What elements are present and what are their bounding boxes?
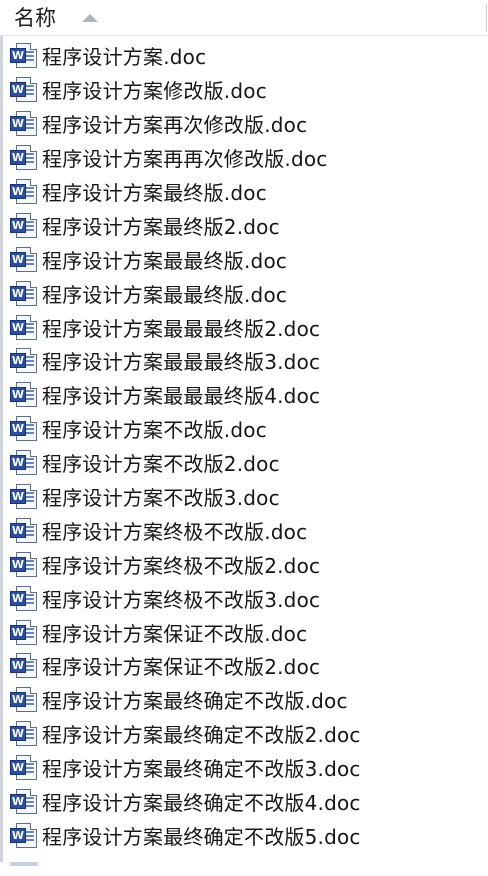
- file-row[interactable]: W 程序设计方案终极不改版2.doc: [0, 547, 488, 581]
- file-row[interactable]: W 程序设计方案最最最终版2.doc: [0, 310, 488, 344]
- file-name[interactable]: 程序设计方案修改版.doc: [42, 75, 267, 104]
- file-row[interactable]: W 程序设计方案不改版2.doc: [0, 446, 488, 480]
- file-name[interactable]: 程序设计方案最终版.doc: [42, 177, 267, 206]
- file-name[interactable]: 程序设计方案最终版2.doc: [42, 211, 280, 240]
- file-row[interactable]: W 程序设计方案保证不改版2.doc: [0, 649, 488, 683]
- file-name[interactable]: 程序设计方案终极不改版3.doc: [42, 584, 320, 613]
- word-document-icon: W: [10, 483, 38, 510]
- word-document-icon: W: [10, 822, 38, 849]
- file-name[interactable]: 程序设计方案不改版2.doc: [42, 448, 280, 477]
- file-name[interactable]: 程序设计方案最终确定不改版.doc: [42, 685, 348, 714]
- column-divider[interactable]: [486, 4, 487, 32]
- word-document-icon: W: [10, 754, 38, 781]
- file-row[interactable]: W 程序设计方案最终确定不改版4.doc: [0, 785, 488, 819]
- word-document-icon: W: [10, 246, 38, 273]
- file-name[interactable]: 程序设计方案最最终版.doc: [42, 245, 287, 274]
- file-list: W 程序设计方案.doc W 程序设计方案修改版.doc W 程序设计方案再次修改版.do…: [0, 39, 488, 852]
- file-name[interactable]: 程序设计方案最最终版.doc: [42, 279, 287, 308]
- file-row[interactable]: W 程序设计方案最终确定不改版5.doc: [0, 818, 488, 852]
- word-document-icon: W: [10, 686, 38, 713]
- file-row[interactable]: W 程序设计方案终极不改版3.doc: [0, 581, 488, 615]
- file-name[interactable]: 程序设计方案.doc: [42, 41, 206, 70]
- file-row[interactable]: W 程序设计方案保证不改版.doc: [0, 615, 488, 649]
- word-document-icon: W: [10, 720, 38, 747]
- file-name[interactable]: 程序设计方案不改版3.doc: [42, 482, 280, 511]
- column-header-name-label[interactable]: 名称: [14, 6, 56, 30]
- file-name[interactable]: 程序设计方案最最最终版4.doc: [42, 380, 320, 409]
- word-document-icon: W: [10, 585, 38, 612]
- file-row[interactable]: W 程序设计方案最终确定不改版2.doc: [0, 717, 488, 751]
- file-row[interactable]: W 程序设计方案再次修改版.doc: [0, 107, 488, 141]
- word-document-icon: W: [10, 788, 38, 815]
- word-document-icon: W: [10, 381, 38, 408]
- file-name[interactable]: 程序设计方案保证不改版2.doc: [42, 651, 320, 680]
- file-row[interactable]: W 程序设计方案不改版3.doc: [0, 480, 488, 514]
- file-row[interactable]: W 程序设计方案修改版.doc: [0, 73, 488, 107]
- word-document-icon: W: [10, 314, 38, 341]
- file-name[interactable]: 程序设计方案最终确定不改版5.doc: [42, 821, 361, 850]
- file-name[interactable]: 程序设计方案最终确定不改版2.doc: [42, 719, 361, 748]
- sort-ascending-icon: [82, 14, 98, 22]
- word-document-icon: W: [10, 110, 38, 137]
- file-name[interactable]: 程序设计方案再次修改版.doc: [42, 109, 307, 138]
- word-document-icon: W: [10, 144, 38, 171]
- file-row[interactable]: W 程序设计方案最最最终版4.doc: [0, 378, 488, 412]
- word-document-icon: W: [10, 347, 38, 374]
- file-row[interactable]: W 程序设计方案最终确定不改版3.doc: [0, 751, 488, 785]
- file-name[interactable]: 程序设计方案终极不改版2.doc: [42, 550, 320, 579]
- file-name[interactable]: 程序设计方案终极不改版.doc: [42, 516, 307, 545]
- word-document-icon: W: [10, 619, 38, 646]
- column-header[interactable]: 名称: [0, 0, 488, 36]
- word-document-icon: W: [10, 42, 38, 69]
- word-document-icon: W: [10, 652, 38, 679]
- word-document-icon: W: [10, 178, 38, 205]
- file-row[interactable]: W 程序设计方案最最终版.doc: [0, 276, 488, 310]
- file-name[interactable]: 程序设计方案最终确定不改版3.doc: [42, 753, 361, 782]
- word-document-icon: W: [10, 212, 38, 239]
- file-row[interactable]: W 程序设计方案最最终版.doc: [0, 242, 488, 276]
- file-name[interactable]: 程序设计方案保证不改版.doc: [42, 618, 307, 647]
- word-document-icon: W: [10, 76, 38, 103]
- word-document-icon: [10, 862, 38, 866]
- file-row[interactable]: W 程序设计方案再再次修改版.doc: [0, 141, 488, 175]
- file-row[interactable]: W 程序设计方案不改版.doc: [0, 412, 488, 446]
- file-name[interactable]: 程序设计方案最终确定不改版4.doc: [42, 787, 361, 816]
- file-row[interactable]: W 程序设计方案最终确定不改版.doc: [0, 683, 488, 717]
- word-document-icon: W: [10, 551, 38, 578]
- file-row[interactable]: W 程序设计方案终极不改版.doc: [0, 513, 488, 547]
- word-document-icon: W: [10, 449, 38, 476]
- file-row[interactable]: W 程序设计方案最终版.doc: [0, 175, 488, 209]
- word-document-icon: W: [10, 280, 38, 307]
- file-name[interactable]: 程序设计方案最最最终版3.doc: [42, 346, 320, 375]
- word-document-icon: W: [10, 415, 38, 442]
- file-row[interactable]: W 程序设计方案最最最终版3.doc: [0, 344, 488, 378]
- partially-visible-row: [0, 862, 488, 876]
- file-row[interactable]: W 程序设计方案.doc: [0, 39, 488, 73]
- file-name[interactable]: 程序设计方案最最最终版2.doc: [42, 313, 320, 342]
- file-row[interactable]: W 程序设计方案最终版2.doc: [0, 208, 488, 242]
- file-name[interactable]: 程序设计方案不改版.doc: [42, 414, 267, 443]
- word-document-icon: W: [10, 517, 38, 544]
- file-name[interactable]: 程序设计方案再再次修改版.doc: [42, 143, 328, 172]
